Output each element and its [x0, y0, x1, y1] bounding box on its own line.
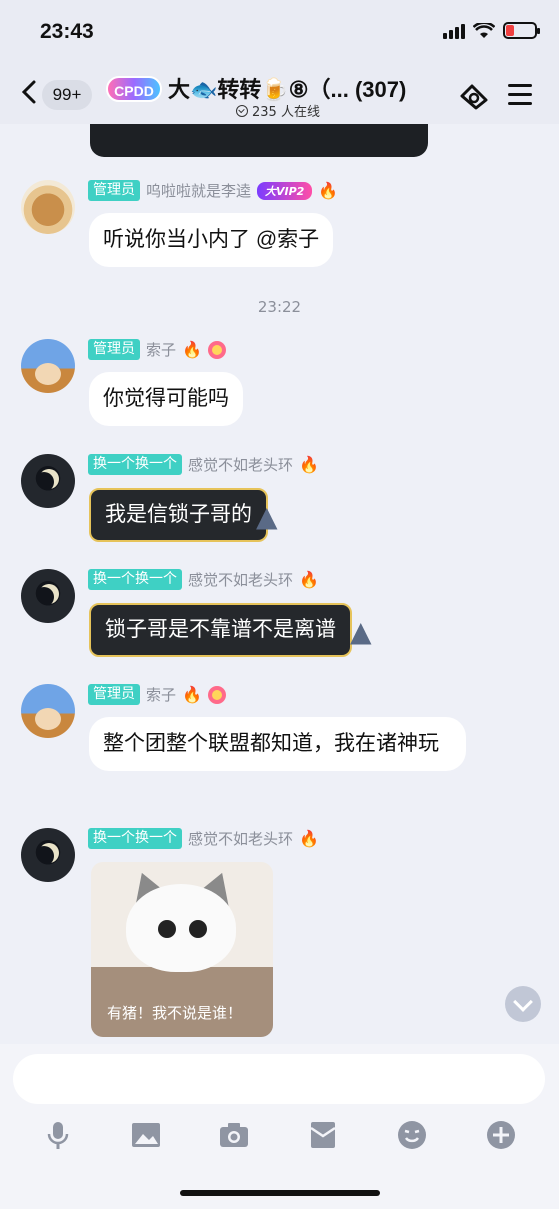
sticker-caption: 有猪！我不说是谁！: [107, 1005, 243, 1022]
switch-group-icon[interactable]: [458, 82, 490, 110]
message-input[interactable]: [13, 1054, 545, 1104]
plus-icon[interactable]: [486, 1120, 516, 1150]
wifi-icon: [473, 22, 495, 38]
admin-tag: 管理员: [88, 684, 140, 705]
sender-name[interactable]: 感觉不如老头环: [188, 454, 293, 475]
status-bar: 23:43: [0, 0, 559, 60]
avatar[interactable]: [21, 339, 75, 393]
chat-message-list[interactable]: 管理员 呜啦啦就是李逵 大VIP2 🔥 听说你当小内了 @索子 23:22 管理…: [0, 124, 559, 1044]
avatar[interactable]: [21, 180, 75, 234]
group-logo: CPDD: [106, 76, 162, 102]
sender-name[interactable]: 感觉不如老头环: [188, 569, 293, 590]
avatar[interactable]: [21, 828, 75, 882]
sender-name[interactable]: 索子: [146, 339, 176, 360]
signal-icon: [443, 23, 465, 39]
back-arrow-icon[interactable]: [18, 78, 42, 106]
message-bubble[interactable]: 你觉得可能吗: [89, 372, 243, 426]
flame-icon: 🔥: [182, 340, 202, 359]
flame-icon: 🔥: [299, 455, 319, 474]
avatar[interactable]: [21, 569, 75, 623]
group-title[interactable]: 大🐟转转🍺⑧（... (307): [168, 72, 406, 104]
smile-badge-icon: [207, 685, 226, 704]
online-check-icon: [236, 104, 248, 117]
wizard-hat-icon: ▲: [350, 615, 372, 648]
flame-icon: 🔥: [299, 570, 319, 589]
red-packet-icon[interactable]: [308, 1120, 338, 1150]
sender-meta: 换一个换一个 感觉不如老头环 🔥: [88, 828, 319, 849]
flame-icon: 🔥: [299, 829, 319, 848]
menu-icon[interactable]: [508, 84, 532, 106]
sender-meta: 管理员 索子 🔥: [88, 339, 226, 360]
admin-tag: 管理员: [88, 339, 140, 360]
camera-icon[interactable]: [219, 1120, 249, 1150]
scroll-to-bottom-button[interactable]: [505, 986, 541, 1022]
avatar[interactable]: [21, 684, 75, 738]
message-bubble[interactable]: 听说你当小内了 @索子: [89, 213, 334, 267]
emoji-icon[interactable]: [397, 1120, 427, 1150]
input-area: [0, 1044, 559, 1209]
avatar[interactable]: [21, 454, 75, 508]
message-timestamp: 23:22: [257, 298, 302, 316]
unread-count-badge[interactable]: 99+: [42, 80, 92, 110]
home-indicator: [180, 1190, 380, 1196]
image-icon[interactable]: [131, 1120, 161, 1150]
online-status: 235 人在线: [236, 101, 320, 120]
member-tag: 换一个换一个: [88, 828, 182, 849]
microphone-icon[interactable]: [43, 1120, 73, 1150]
sender-meta: 管理员 呜啦啦就是李逵 大VIP2 🔥: [88, 180, 338, 201]
status-time: 23:43: [40, 20, 94, 43]
message-bubble[interactable]: 整个团整个联盟都知道，我在诸神玩: [89, 717, 466, 771]
flame-icon: 🔥: [318, 181, 339, 200]
member-tag: 换一个换一个: [88, 454, 182, 475]
message-bubble[interactable]: 我是信锁子哥的: [89, 488, 268, 542]
vip-badge: 大VIP2: [257, 181, 313, 200]
sender-name[interactable]: 呜啦啦就是李逵: [146, 180, 251, 201]
smile-badge-icon: [207, 340, 226, 359]
cat-sticker-image[interactable]: 有猪！我不说是谁！: [91, 862, 273, 1037]
sender-name[interactable]: 感觉不如老头环: [188, 828, 293, 849]
online-count: 235 人在线: [252, 105, 320, 120]
message-bubble[interactable]: 锁子哥是不靠谱不是离谱: [89, 603, 352, 657]
sender-meta: 换一个换一个 感觉不如老头环 🔥: [88, 454, 319, 475]
battery-icon: [503, 22, 540, 39]
chat-header: 99+ CPDD 大🐟转转🍺⑧（... (307) 235 人在线: [0, 60, 559, 124]
member-tag: 换一个换一个: [88, 569, 182, 590]
input-toolbar: [0, 1120, 559, 1150]
sender-name[interactable]: 索子: [146, 684, 176, 705]
wizard-hat-icon: ▲: [256, 500, 278, 533]
sender-meta: 换一个换一个 感觉不如老头环 🔥: [88, 569, 319, 590]
flame-icon: 🔥: [182, 685, 202, 704]
sender-meta: 管理员 索子 🔥: [88, 684, 226, 705]
admin-tag: 管理员: [88, 180, 140, 201]
status-icons: [443, 22, 540, 39]
previous-image-message[interactable]: [90, 124, 428, 157]
